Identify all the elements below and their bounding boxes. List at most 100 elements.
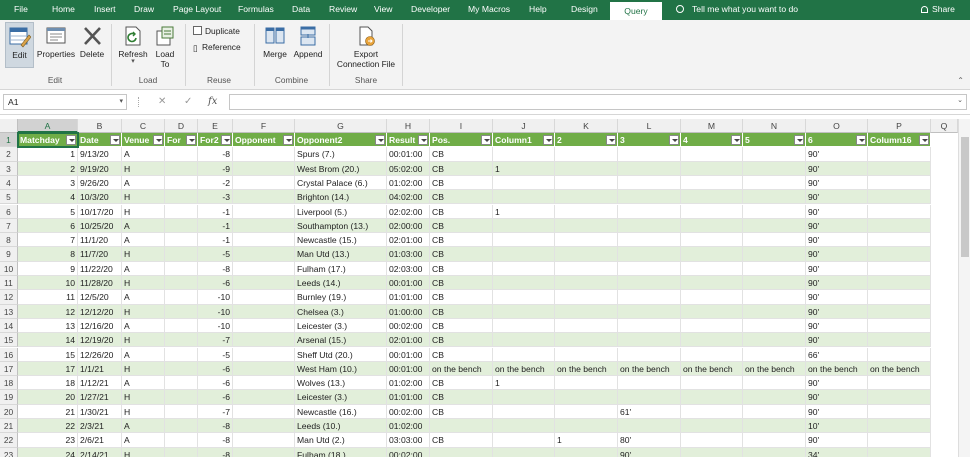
table-cell[interactable]: Arsenal (15.) [295, 333, 387, 348]
tab-query[interactable]: Query [610, 0, 662, 20]
table-cell[interactable] [233, 447, 295, 457]
table-cell[interactable] [681, 390, 743, 405]
table-cell[interactable]: H [122, 361, 165, 377]
table-cell[interactable] [618, 376, 681, 391]
row-header[interactable]: 5 [0, 190, 18, 205]
table-cell[interactable]: H [122, 304, 165, 319]
table-cell[interactable]: CB [430, 261, 493, 276]
table-cell[interactable] [681, 204, 743, 219]
table-cell[interactable] [743, 419, 806, 434]
table-cell[interactable] [681, 161, 743, 176]
table-cell[interactable] [555, 390, 618, 405]
table-cell[interactable] [681, 276, 743, 291]
table-cell[interactable]: 1 [18, 147, 78, 162]
table-cell[interactable]: 14 [18, 333, 78, 348]
table-cell[interactable]: 02:03:00 [387, 261, 430, 276]
reference-button[interactable]: ▯ Reference [193, 42, 241, 53]
table-cell[interactable] [743, 304, 806, 319]
column-header[interactable]: F [233, 119, 295, 133]
enter-icon[interactable]: ✓ [184, 94, 192, 110]
table-cell[interactable]: 90' [806, 290, 868, 305]
share-button[interactable]: Share [921, 0, 955, 20]
table-cell[interactable] [233, 218, 295, 234]
table-cell[interactable] [868, 290, 931, 305]
table-cell[interactable] [165, 147, 198, 162]
table-cell[interactable] [868, 304, 931, 319]
filter-dropdown-icon[interactable] [283, 135, 293, 145]
row-header[interactable]: 10 [0, 261, 18, 276]
table-cell[interactable]: 9/19/20 [78, 161, 122, 176]
tell-me-search[interactable]: Tell me what you want to do [676, 0, 798, 20]
table-cell[interactable]: CB [430, 290, 493, 305]
table-cell[interactable]: A [122, 147, 165, 162]
table-cell[interactable]: -10 [198, 290, 233, 305]
table-cell[interactable]: 24 [18, 447, 78, 457]
table-cell[interactable]: 6 [18, 218, 78, 234]
table-cell[interactable] [233, 376, 295, 391]
column-header[interactable]: D [165, 119, 198, 133]
table-cell[interactable]: 12/26/20 [78, 347, 122, 362]
table-cell[interactable] [618, 290, 681, 305]
table-cell[interactable] [555, 204, 618, 219]
cancel-icon[interactable]: ✕ [158, 94, 166, 110]
table-cell[interactable]: -2 [198, 175, 233, 191]
table-cell[interactable]: 00:01:00 [387, 147, 430, 162]
table-header-cell[interactable]: 4 [681, 133, 743, 148]
table-cell[interactable]: 7 [18, 233, 78, 248]
table-cell[interactable]: 18 [18, 376, 78, 391]
table-cell[interactable]: 90' [806, 247, 868, 262]
table-cell[interactable]: 90' [806, 218, 868, 234]
table-cell[interactable]: on the bench [618, 361, 681, 377]
delete-button[interactable]: Delete [78, 25, 106, 59]
table-cell[interactable]: 3 [18, 175, 78, 191]
table-cell[interactable] [233, 390, 295, 405]
table-cell[interactable]: 01:02:00 [387, 419, 430, 434]
table-cell[interactable] [165, 290, 198, 305]
table-cell[interactable] [233, 404, 295, 419]
table-cell[interactable]: CB [430, 161, 493, 176]
table-cell[interactable] [555, 347, 618, 362]
table-cell[interactable]: 01:01:00 [387, 390, 430, 405]
table-header-cell[interactable]: 6 [806, 133, 868, 148]
table-cell[interactable] [165, 276, 198, 291]
table-cell[interactable] [165, 261, 198, 276]
table-cell[interactable]: 11/7/20 [78, 247, 122, 262]
table-cell[interactable]: Man Utd (13.) [295, 247, 387, 262]
table-header-cell[interactable]: For2 [198, 133, 233, 148]
table-cell[interactable]: West Brom (20.) [295, 161, 387, 176]
table-cell[interactable]: 1 [493, 161, 555, 176]
table-cell[interactable] [555, 247, 618, 262]
table-cell[interactable] [618, 261, 681, 276]
column-header[interactable]: K [555, 119, 618, 133]
table-cell[interactable] [868, 347, 931, 362]
filter-dropdown-icon[interactable] [481, 135, 491, 145]
table-cell[interactable] [868, 376, 931, 391]
row-header[interactable]: 4 [0, 175, 18, 191]
table-cell[interactable]: Spurs (7.) [295, 147, 387, 162]
table-cell[interactable] [430, 447, 493, 457]
refresh-button[interactable]: Refresh ▾ [117, 25, 149, 65]
filter-dropdown-icon[interactable] [669, 135, 679, 145]
table-cell[interactable] [165, 218, 198, 234]
table-cell[interactable]: 22 [18, 419, 78, 434]
table-cell[interactable] [555, 447, 618, 457]
tab-file[interactable]: File [14, 0, 28, 20]
table-cell[interactable]: 90' [806, 404, 868, 419]
table-cell[interactable] [681, 404, 743, 419]
table-cell[interactable]: -8 [198, 419, 233, 434]
table-cell[interactable] [681, 419, 743, 434]
table-cell[interactable] [743, 218, 806, 234]
row-header[interactable]: 18 [0, 376, 18, 391]
table-cell[interactable]: A [122, 290, 165, 305]
table-cell[interactable] [233, 161, 295, 176]
table-cell[interactable] [165, 404, 198, 419]
table-header-cell[interactable]: Opponent [233, 133, 295, 148]
table-cell[interactable] [618, 147, 681, 162]
table-cell[interactable] [618, 233, 681, 248]
row-header[interactable]: 11 [0, 276, 18, 291]
table-cell[interactable] [493, 304, 555, 319]
table-cell[interactable]: H [122, 190, 165, 205]
table-cell[interactable] [233, 333, 295, 348]
row-header[interactable]: 23 [0, 447, 18, 457]
table-cell[interactable] [555, 261, 618, 276]
